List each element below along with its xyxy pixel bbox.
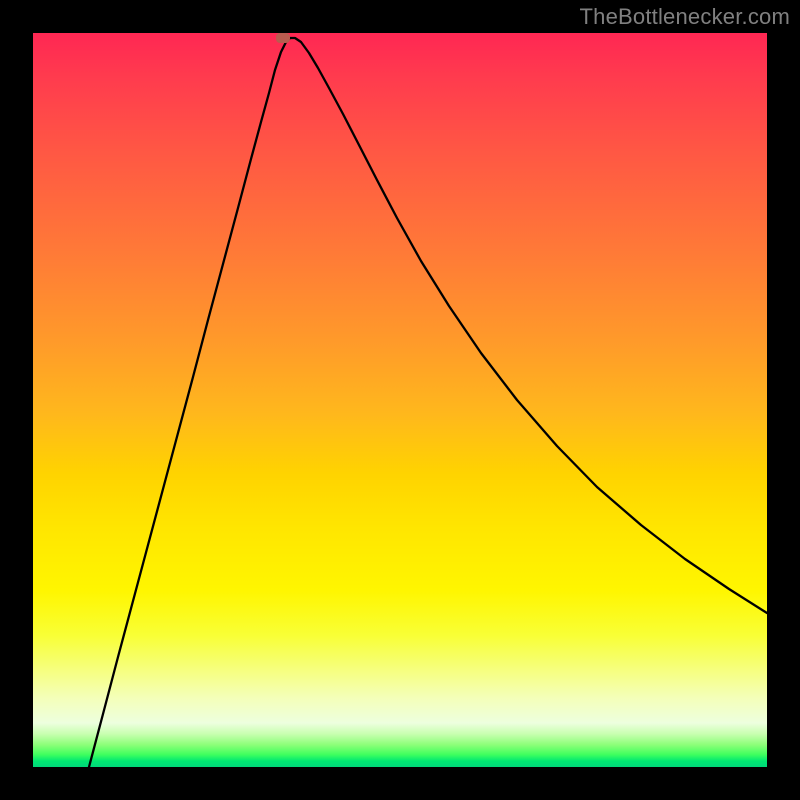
bottleneck-curve bbox=[33, 33, 767, 767]
plot-area bbox=[33, 33, 767, 767]
marker-point bbox=[276, 33, 290, 43]
chart-frame: TheBottlenecker.com bbox=[0, 0, 800, 800]
watermark-text: TheBottlenecker.com bbox=[580, 4, 790, 30]
